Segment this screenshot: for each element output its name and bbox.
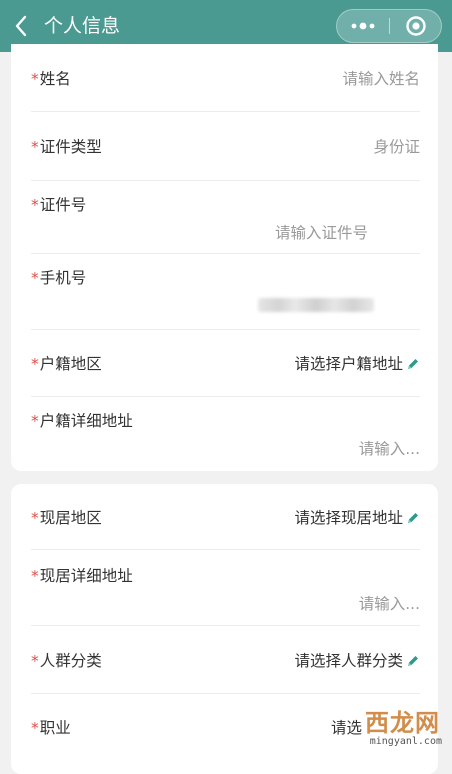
- id-number-input[interactable]: 请输入证件号: [275, 221, 368, 243]
- required-mark: *: [31, 412, 39, 430]
- pencil-icon: [408, 359, 418, 369]
- field-label: *现居地区: [31, 509, 102, 527]
- target-close-icon: [406, 16, 426, 36]
- phone-value-redacted[interactable]: [258, 298, 374, 312]
- form-row-residence-region[interactable]: *现居地区 请选择现居地址: [31, 484, 420, 550]
- required-mark: *: [31, 269, 39, 287]
- required-mark: *: [31, 70, 39, 88]
- watermark: 西龙网 mingyanl.com: [336, 703, 448, 749]
- residence-address-input[interactable]: 请输入...: [359, 592, 420, 614]
- required-mark: *: [31, 719, 39, 737]
- pencil-icon: [408, 513, 418, 523]
- form-row-id-number[interactable]: *证件号 请输入证件号: [31, 181, 420, 254]
- field-label: *姓名: [31, 70, 71, 88]
- watermark-url: mingyanl.com: [369, 736, 442, 747]
- required-mark: *: [31, 509, 39, 527]
- field-label: *证件类型: [31, 138, 102, 156]
- chevron-left-icon: [15, 15, 27, 37]
- population-category-value: 请选择人群分类: [294, 652, 403, 670]
- more-button[interactable]: [337, 10, 389, 42]
- required-mark: *: [31, 567, 39, 585]
- residence-region-value: 请选择现居地址: [294, 509, 403, 527]
- field-label: *证件号: [31, 196, 87, 214]
- household-region-select[interactable]: 请选择户籍地址: [294, 352, 420, 374]
- more-dots-icon: [351, 22, 375, 30]
- watermark-logo: 西龙网: [365, 709, 440, 737]
- personal-info-card: *姓名 请输入姓名 *证件类型 身份证 *证件号 请输入证件号 *手机号 *户籍…: [11, 44, 438, 471]
- form-row-population-category[interactable]: *人群分类 请选择人群分类: [31, 626, 420, 694]
- page-title: 个人信息: [44, 15, 121, 37]
- name-input[interactable]: 请输入姓名: [342, 67, 420, 89]
- form-row-household-address[interactable]: *户籍详细地址 请输入...: [31, 397, 420, 471]
- form-row-residence-address[interactable]: *现居详细地址 请输入...: [31, 550, 420, 626]
- required-mark: *: [31, 138, 39, 156]
- household-address-input[interactable]: 请输入...: [359, 437, 420, 459]
- back-button[interactable]: [8, 12, 34, 40]
- mini-program-capsule: [336, 9, 442, 43]
- household-region-value: 请选择户籍地址: [294, 355, 403, 373]
- residence-region-select[interactable]: 请选择现居地址: [294, 506, 420, 528]
- field-label: *手机号: [31, 269, 87, 287]
- id-type-select[interactable]: 身份证: [373, 135, 420, 157]
- required-mark: *: [31, 355, 39, 373]
- field-label: *人群分类: [31, 652, 102, 670]
- form-row-id-type[interactable]: *证件类型 身份证: [31, 112, 420, 181]
- form-row-household-region[interactable]: *户籍地区 请选择户籍地址: [31, 330, 420, 397]
- field-label: *职业: [31, 719, 71, 737]
- form-row-name[interactable]: *姓名 请输入姓名: [31, 44, 420, 112]
- required-mark: *: [31, 652, 39, 670]
- required-mark: *: [31, 196, 39, 214]
- field-label: *户籍详细地址: [31, 412, 133, 430]
- population-category-select[interactable]: 请选择人群分类: [294, 649, 420, 671]
- close-button[interactable]: [390, 10, 442, 42]
- field-label: *现居详细地址: [31, 567, 133, 585]
- field-label: *户籍地区: [31, 355, 102, 373]
- form-row-phone[interactable]: *手机号: [31, 254, 420, 330]
- pencil-icon: [408, 656, 418, 666]
